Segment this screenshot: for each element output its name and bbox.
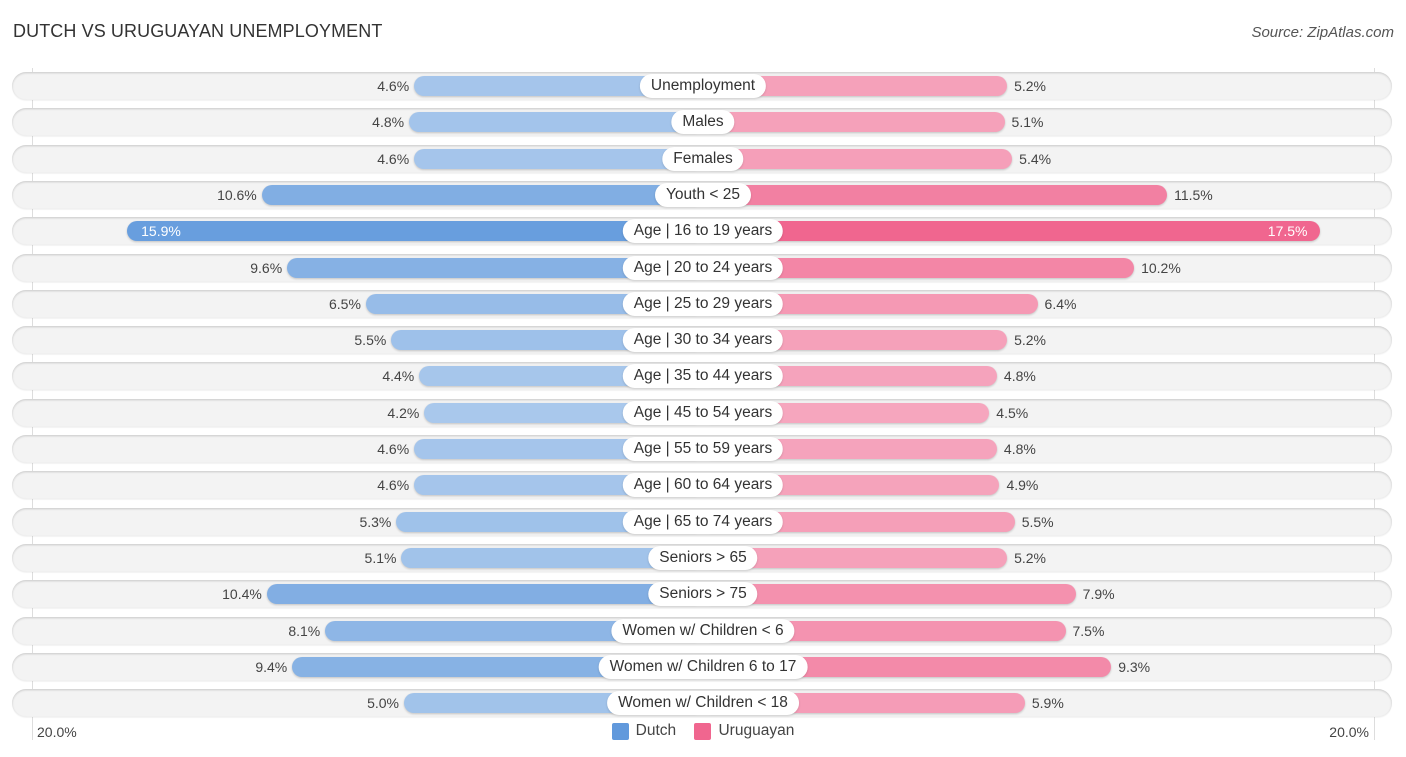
bar-dutch[interactable] bbox=[266, 584, 703, 604]
bar-dutch[interactable] bbox=[261, 185, 703, 205]
legend-label-uruguayan: Uruguayan bbox=[718, 722, 795, 739]
value-label-dutch: 8.1% bbox=[288, 623, 321, 639]
value-label-uruguayan: 6.4% bbox=[1044, 296, 1077, 312]
value-label-uruguayan: 17.5% bbox=[1267, 223, 1308, 239]
value-label-uruguayan: 5.2% bbox=[1014, 550, 1046, 566]
legend-swatch-dutch bbox=[611, 722, 629, 740]
value-label-dutch: 4.6% bbox=[377, 151, 410, 167]
value-label-dutch: 5.5% bbox=[354, 332, 387, 348]
bar-uruguayan[interactable] bbox=[703, 185, 1168, 205]
value-label-dutch: 4.6% bbox=[377, 78, 410, 94]
category-label: Age | 16 to 19 years bbox=[622, 219, 784, 243]
value-label-uruguayan: 5.9% bbox=[1031, 695, 1064, 711]
value-label-uruguayan: 4.8% bbox=[1003, 368, 1036, 384]
category-label: Women w/ Children < 18 bbox=[607, 691, 799, 715]
category-label: Age | 35 to 44 years bbox=[622, 364, 784, 388]
diverging-bar-chart: 4.6% 5.2% Unemployment 4.8% 5.1% Males 4.6% 5.4… bbox=[0, 0, 1406, 757]
category-label: Females bbox=[662, 147, 744, 171]
category-label: Age | 45 to 54 years bbox=[622, 401, 784, 425]
bar-uruguayan[interactable] bbox=[703, 149, 1013, 169]
value-label-dutch: 4.6% bbox=[377, 441, 410, 457]
category-label: Age | 30 to 34 years bbox=[622, 328, 784, 352]
value-label-dutch: 10.6% bbox=[217, 187, 257, 203]
category-label: Youth < 25 bbox=[655, 183, 751, 207]
legend-label-dutch: Dutch bbox=[635, 722, 677, 739]
value-label-uruguayan: 5.2% bbox=[1014, 78, 1046, 94]
value-label-uruguayan: 9.3% bbox=[1118, 659, 1151, 675]
value-label-uruguayan: 7.9% bbox=[1082, 586, 1115, 602]
value-label-uruguayan: 4.9% bbox=[1006, 477, 1039, 493]
category-label: Age | 65 to 74 years bbox=[622, 510, 784, 534]
value-label-uruguayan: 5.1% bbox=[1011, 114, 1044, 130]
category-label: Males bbox=[671, 110, 735, 134]
value-label-uruguayan: 4.8% bbox=[1003, 441, 1036, 457]
legend-item-uruguayan[interactable]: Uruguayan bbox=[694, 722, 794, 740]
category-label: Women w/ Children 6 to 17 bbox=[598, 655, 808, 679]
value-label-dutch: 5.1% bbox=[364, 550, 397, 566]
value-label-dutch: 4.4% bbox=[382, 368, 415, 384]
category-label: Age | 55 to 59 years bbox=[622, 437, 784, 461]
value-label-uruguayan: 11.5% bbox=[1174, 187, 1213, 203]
bar-uruguayan[interactable] bbox=[703, 584, 1076, 604]
value-label-dutch: 10.4% bbox=[222, 586, 262, 602]
value-label-dutch: 5.3% bbox=[359, 514, 392, 530]
category-label: Age | 60 to 64 years bbox=[622, 473, 784, 497]
bar-uruguayan[interactable] bbox=[703, 221, 1320, 241]
bar-uruguayan[interactable] bbox=[703, 112, 1005, 132]
value-label-uruguayan: 5.5% bbox=[1021, 514, 1054, 530]
value-label-dutch: 4.8% bbox=[372, 114, 405, 130]
bar-dutch[interactable] bbox=[409, 112, 703, 132]
value-label-dutch: 15.9% bbox=[141, 223, 181, 239]
category-label: Seniors > 75 bbox=[648, 582, 758, 606]
value-label-dutch: 9.6% bbox=[250, 260, 283, 276]
value-label-dutch: 4.2% bbox=[387, 405, 420, 421]
value-label-dutch: 9.4% bbox=[255, 659, 288, 675]
value-label-uruguayan: 5.4% bbox=[1019, 151, 1052, 167]
value-label-uruguayan: 5.2% bbox=[1014, 332, 1046, 348]
category-label: Age | 20 to 24 years bbox=[622, 256, 784, 280]
value-label-uruguayan: 10.2% bbox=[1141, 260, 1181, 276]
value-label-uruguayan: 7.5% bbox=[1072, 623, 1105, 639]
bar-dutch[interactable] bbox=[127, 221, 703, 241]
category-label: Seniors > 65 bbox=[648, 546, 758, 570]
value-label-dutch: 5.0% bbox=[367, 695, 399, 711]
category-label: Unemployment bbox=[639, 74, 767, 98]
legend: Dutch Uruguayan bbox=[0, 722, 1406, 745]
value-label-dutch: 4.6% bbox=[377, 477, 410, 493]
category-label: Age | 25 to 29 years bbox=[622, 292, 784, 316]
legend-swatch-uruguayan bbox=[694, 722, 712, 740]
category-label: Women w/ Children < 6 bbox=[611, 619, 795, 643]
value-label-dutch: 6.5% bbox=[328, 296, 361, 312]
legend-item-dutch[interactable]: Dutch bbox=[611, 722, 677, 740]
value-label-uruguayan: 4.5% bbox=[996, 405, 1029, 421]
bar-dutch[interactable] bbox=[414, 149, 703, 169]
